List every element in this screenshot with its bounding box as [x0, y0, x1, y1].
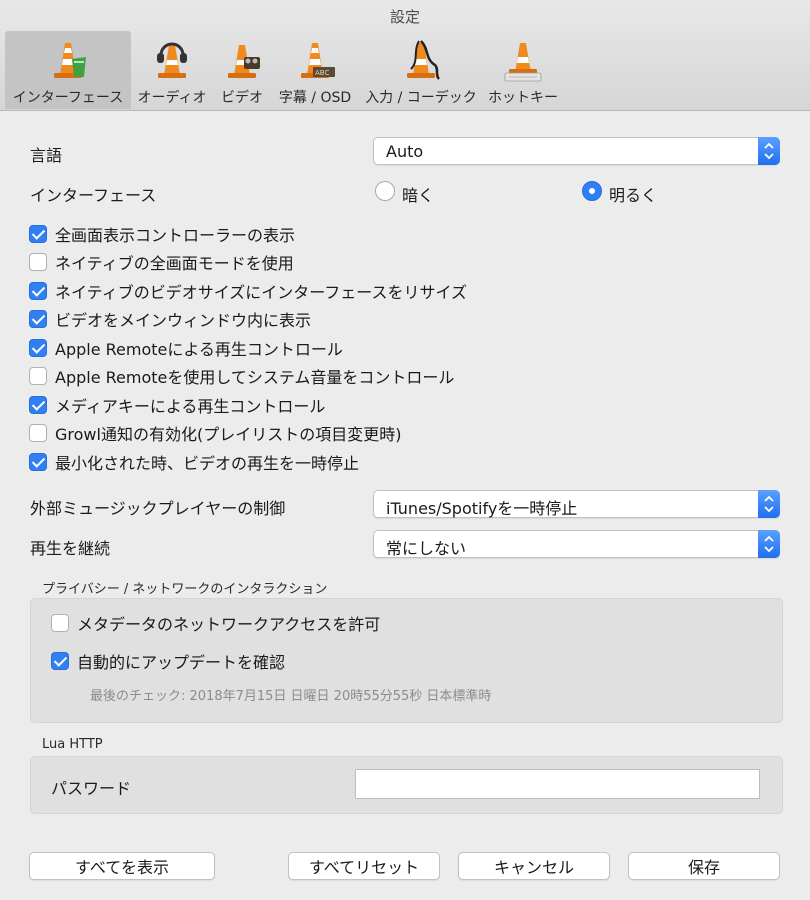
select-stepper-icon: [758, 530, 780, 558]
vlc-video-icon: [228, 45, 260, 78]
checkbox[interactable]: [29, 253, 47, 271]
privacy-group-title: プライバシー / ネットワークのインタラクション: [42, 582, 328, 597]
dark-radio[interactable]: [375, 181, 395, 201]
language-select[interactable]: Auto: [373, 137, 780, 165]
light-radio[interactable]: [582, 181, 602, 201]
tab-label: オーディオ: [137, 90, 207, 106]
tab-audio[interactable]: オーディオ: [133, 31, 211, 109]
checkbox-media-keys[interactable]: メディアキーによる再生コントロール: [29, 394, 325, 416]
checkbox-video-in-main-window[interactable]: ビデオをメインウィンドウ内に表示: [29, 308, 311, 330]
light-radio-label: 明るく: [609, 186, 658, 205]
window-title: 設定: [389, 8, 420, 26]
continue-playback-select[interactable]: 常にしない: [373, 530, 780, 558]
vlc-input-icon: [407, 40, 440, 80]
last-check-text: 最後のチェック: 2018年7月15日 日曜日 20時55分55秒 日本標準時: [90, 689, 492, 704]
checkbox-auto-update[interactable]: 自動的にアップデートを確認: [51, 650, 285, 672]
svg-text:ABC: ABC: [315, 69, 329, 77]
select-stepper-icon: [758, 137, 780, 165]
checkbox[interactable]: [29, 367, 47, 385]
external-player-select[interactable]: iTunes/Spotifyを一時停止: [373, 490, 780, 518]
checkbox-label: 最小化された時、ビデオの再生を一時停止: [55, 454, 360, 473]
continue-playback-label: 再生を継続: [30, 539, 111, 558]
checkbox[interactable]: [29, 453, 47, 471]
checkbox[interactable]: [29, 396, 47, 414]
tab-interface[interactable]: インターフェース: [5, 31, 131, 109]
cancel-button[interactable]: キャンセル: [458, 852, 610, 880]
save-button[interactable]: 保存: [628, 852, 780, 880]
checkbox[interactable]: [29, 339, 47, 357]
checkbox-label: Growl通知の有効化(プレイリストの項目変更時): [55, 425, 402, 444]
checkbox-label: 自動的にアップデートを確認: [77, 653, 286, 672]
password-label: パスワード: [51, 779, 132, 798]
language-label: 言語: [30, 146, 63, 165]
tab-label: インターフェース: [12, 90, 124, 106]
checkbox-label: Apple Remoteを使用してシステム音量をコントロール: [55, 368, 455, 387]
checkbox-label: ビデオをメインウィンドウ内に表示: [55, 311, 312, 330]
vlc-subtitles-icon: ABC: [301, 43, 335, 78]
vlc-audio-icon: [157, 42, 187, 78]
checkbox[interactable]: [29, 310, 47, 328]
select-stepper-icon: [758, 490, 780, 518]
vlc-interface-icon: [54, 43, 86, 78]
dark-radio-label: 暗く: [402, 186, 435, 205]
checkbox-pause-on-minimize[interactable]: 最小化された時、ビデオの再生を一時停止: [29, 451, 359, 473]
checkbox-label: メタデータのネットワークアクセスを許可: [77, 615, 381, 634]
vlc-hotkeys-icon: [504, 43, 542, 82]
checkbox-label: ネイティブのビデオサイズにインターフェースをリサイズ: [55, 283, 468, 302]
external-player-value: iTunes/Spotifyを一時停止: [386, 499, 578, 518]
checkbox[interactable]: [51, 614, 69, 632]
tab-input-codec[interactable]: 入力 / コーデック: [359, 31, 483, 109]
external-player-label: 外部ミュージックプレイヤーの制御: [30, 499, 286, 518]
password-field[interactable]: [355, 769, 760, 799]
checkbox-label: Apple Remoteによる再生コントロール: [55, 340, 343, 359]
checkbox-label: 全画面表示コントローラーの表示: [55, 226, 296, 245]
tab-label: ホットキー: [488, 90, 558, 106]
checkbox[interactable]: [29, 282, 47, 300]
checkbox-growl-notifications[interactable]: Growl通知の有効化(プレイリストの項目変更時): [29, 422, 401, 444]
checkbox[interactable]: [51, 652, 69, 670]
title-bar: 設定 インターフェース オーディオ ビデオ ABC 字幕 / OSD 入力 / …: [0, 0, 810, 111]
checkbox-metadata-network[interactable]: メタデータのネットワークアクセスを許可: [51, 612, 380, 634]
tab-label: ビデオ: [221, 90, 263, 106]
checkbox-apple-remote-volume[interactable]: Apple Remoteを使用してシステム音量をコントロール: [29, 365, 454, 387]
continue-playback-value: 常にしない: [386, 539, 467, 558]
tab-label: 入力 / コーデック: [365, 90, 477, 106]
checkbox-apple-remote-playback[interactable]: Apple Remoteによる再生コントロール: [29, 337, 343, 359]
tab-video[interactable]: ビデオ: [213, 31, 271, 109]
checkbox[interactable]: [29, 424, 47, 442]
checkbox[interactable]: [29, 225, 47, 243]
lua-group-title: Lua HTTP: [42, 737, 103, 752]
reset-all-button[interactable]: すべてリセット: [288, 852, 440, 880]
language-value: Auto: [386, 142, 424, 161]
tab-label: 字幕 / OSD: [278, 90, 352, 106]
tab-hotkeys[interactable]: ホットキー: [485, 31, 561, 109]
checkbox-fullscreen-controller[interactable]: 全画面表示コントローラーの表示: [29, 223, 295, 245]
checkbox-label: メディアキーによる再生コントロール: [55, 397, 326, 416]
show-all-button[interactable]: すべてを表示: [29, 852, 215, 880]
tab-subtitles-osd[interactable]: ABC 字幕 / OSD: [273, 31, 357, 109]
interface-style-label: インターフェース: [30, 186, 157, 205]
checkbox-native-fullscreen[interactable]: ネイティブの全画面モードを使用: [29, 251, 294, 273]
checkbox-label: ネイティブの全画面モードを使用: [55, 254, 294, 273]
checkbox-resize-interface[interactable]: ネイティブのビデオサイズにインターフェースをリサイズ: [29, 280, 467, 302]
